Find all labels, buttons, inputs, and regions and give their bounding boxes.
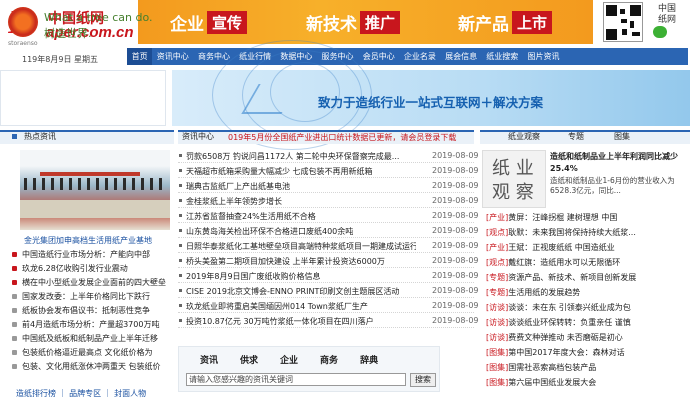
search-tab-supply[interactable]: 供求 (240, 353, 258, 366)
observation-headline[interactable]: 造纸和纸制品业上半年利润同比减少25.4% (550, 151, 688, 175)
ad-stora-enso[interactable] (0, 70, 166, 126)
nav-item-directory[interactable]: 企业名录 (399, 48, 440, 65)
news-row[interactable]: 投资10.87亿元 30万吨竹浆纸一体化项目在四川落户 2019-08-09 (178, 315, 479, 328)
tab-paper-observation[interactable]: 纸业观察 (508, 131, 540, 142)
right-list-item[interactable]: [专题]资源产品、新技术、新项目创新发展 (486, 272, 690, 284)
right-list-item[interactable]: [图集]国需社恶索高档包装产品 (486, 362, 690, 374)
right-list-item[interactable]: [图集]第六届中国纸业发展大会 (486, 377, 690, 389)
hot-item[interactable]: 中国纸及纸板和纸制品产业上半年迁移 (22, 333, 180, 345)
qr-code (603, 2, 643, 42)
nav-item-search[interactable]: 纸业搜索 (482, 48, 523, 65)
news-row[interactable]: 桥头美盈第二期项目加快建设 上半年累计投资达6000万 2019-08-09 (178, 255, 479, 268)
nav-item-member[interactable]: 会员中心 (358, 48, 399, 65)
search-tab-news[interactable]: 资讯 (200, 353, 218, 366)
right-list-item[interactable]: [观点]耿默：未来我国将保持持续大纸浆... (486, 227, 690, 239)
wechat-icon[interactable] (653, 26, 667, 38)
hot-item[interactable]: 包装、文化用纸涨休冲两重天 包装纸价 (22, 361, 180, 373)
news-row[interactable]: 天福超市纸箱采购量大幅减少 七成包装不再用新纸箱 2019-08-09 (178, 165, 479, 178)
news-row[interactable]: 玖龙纸业即将重启美国缅因州014 Town浆纸厂生产 2019-08-09 (178, 300, 479, 313)
ad-stora-slogan: What a tree can do. 树造世界. (44, 11, 153, 40)
right-list-item[interactable]: [产业]黄屏：汪峰拐棍 建树理想 中国 (486, 212, 690, 224)
right-list-item[interactable]: [访谈]谈谈：未在东 引领泰兴纸业成为包 (486, 302, 690, 314)
news-row[interactable]: CISE 2019北京文博会-ENNO PRINT印刷文创主题展区活动 2019-… (178, 285, 479, 298)
hot-item[interactable]: 前4月造纸市场分析：产量超3700万吨 (22, 319, 180, 331)
right-list-item[interactable]: [观点]戴红旗：造纸用水可以无限循环 (486, 257, 690, 269)
search-tab-dictionary[interactable]: 辞典 (360, 353, 378, 366)
right-list-item[interactable]: [专题]生活用纸的发展趋势 (486, 287, 690, 299)
observation-label-2: 观 察 (492, 182, 534, 203)
slogan-2: 新技术 推广 (306, 10, 401, 35)
nav-item-pictures[interactable]: 图片资讯 (523, 48, 564, 65)
right-list-item[interactable]: [图集]第中国2017年度大会：森林对话 (486, 347, 690, 359)
search-tabs: 资讯 供求 企业 商务 辞典 (200, 353, 400, 366)
current-date: 119年8月9日 星期五 (22, 55, 98, 64)
main-nav: 首页 资讯中心 商务中心 纸业行情 数据中心 服务中心 会员中心 企业名录 展会… (127, 48, 688, 65)
news-row[interactable]: 2019年8月9日国广废纸收购价格信息 2019-08-09 (178, 270, 479, 283)
news-row[interactable]: 金桂浆纸上半年领势步增长 2019-08-09 (178, 195, 479, 208)
hot-news-caption[interactable]: 金光集团加申高档生活用纸产业基地 (24, 235, 152, 246)
search-input[interactable]: 请输入您感兴趣的资讯关键词 (186, 373, 406, 386)
hot-item[interactable]: 横在中小型纸业发展企业面前的四大壁垒 (22, 277, 180, 289)
tab-topics[interactable]: 专题 (568, 131, 584, 142)
ad-stora-brand: storaenso (8, 40, 38, 47)
nav-item-expo[interactable]: 展会信息 (441, 48, 482, 65)
news-row[interactable]: 江苏省监督抽查24%生活用纸不合格 2019-08-09 (178, 210, 479, 223)
nav-item-news[interactable]: 资讯中心 (152, 48, 193, 65)
search-tab-company[interactable]: 企业 (280, 353, 298, 366)
sun-logo-icon (8, 7, 38, 37)
news-row[interactable]: 日照华泰浆纸化工基地壁垒项目高端特种浆纸项目一期建成试运行 2019-08-09 (178, 240, 479, 253)
search-button[interactable]: 搜索 (410, 373, 436, 387)
data-update-notice[interactable]: 019年5月份全国纸产业进出口统计数据已更新，请会员登录下载 (228, 132, 456, 143)
side-logo-text: 中国 纸网 (657, 4, 676, 25)
header-banner[interactable]: 企业 宣传 新技术 推广 新产品 上市 (138, 0, 593, 44)
hot-news-photo[interactable] (20, 150, 170, 230)
hot-item[interactable]: 包装纸价格逼近最高点 文化纸价格为 (22, 347, 180, 359)
news-row[interactable]: 山东黄岛海关检出环保不合格进口废纸400余吨 2019-08-09 (178, 225, 479, 238)
right-list-item[interactable]: [访谈]谈谈纸业环保转转：负重亲任 谨慎 (486, 317, 690, 329)
slogan-1: 企业 宣传 (170, 10, 248, 35)
bullet-icon (12, 134, 17, 139)
observation-label-1: 纸 业 (492, 158, 534, 179)
nav-item-home[interactable]: 首页 (127, 48, 153, 65)
hot-item[interactable]: 中国造纸行业市场分析：产能向中部 (22, 249, 180, 261)
hot-item[interactable]: 国家发改委：上半年价格同比下跌行 (22, 291, 180, 303)
right-list-item[interactable]: [访谈]费费文种弹推动 未否磨砺是初心 (486, 332, 690, 344)
search-tab-business[interactable]: 商务 (320, 353, 338, 366)
tab-news-center[interactable]: 资讯中心 (182, 131, 214, 142)
hot-item[interactable]: 玖龙6.28亿收购引发行业震动 (22, 263, 180, 275)
tab-gallery[interactable]: 图集 (614, 131, 630, 142)
hot-news-title: 热点资讯 (24, 132, 56, 141)
news-row[interactable]: 瑞典古监纸厂上产出纸基电池 2019-08-09 (178, 180, 479, 193)
ad-internet-slogan: 致力于造纸行业一站式互联网＋解决方案 (318, 95, 544, 110)
left-bottom-links[interactable]: 造纸排行榜 ｜ 品牌专区 ｜ 封面人物 (16, 388, 146, 399)
news-row[interactable]: 罚款6508万 钓说问昌1172人 第二轮中央环保督察完成最... 2019-08… (178, 150, 479, 163)
right-list-item[interactable]: [产业]王斌：正视废纸纸 中国造纸业 (486, 242, 690, 254)
slogan-3: 新产品 上市 (458, 10, 553, 35)
observation-summary: 造纸和纸制品业1-6月份的营业收入为6528.3亿元，同比... (550, 176, 675, 195)
hot-item[interactable]: 纸板协会发布倡议书：抵制恶性竞争 (22, 305, 180, 317)
